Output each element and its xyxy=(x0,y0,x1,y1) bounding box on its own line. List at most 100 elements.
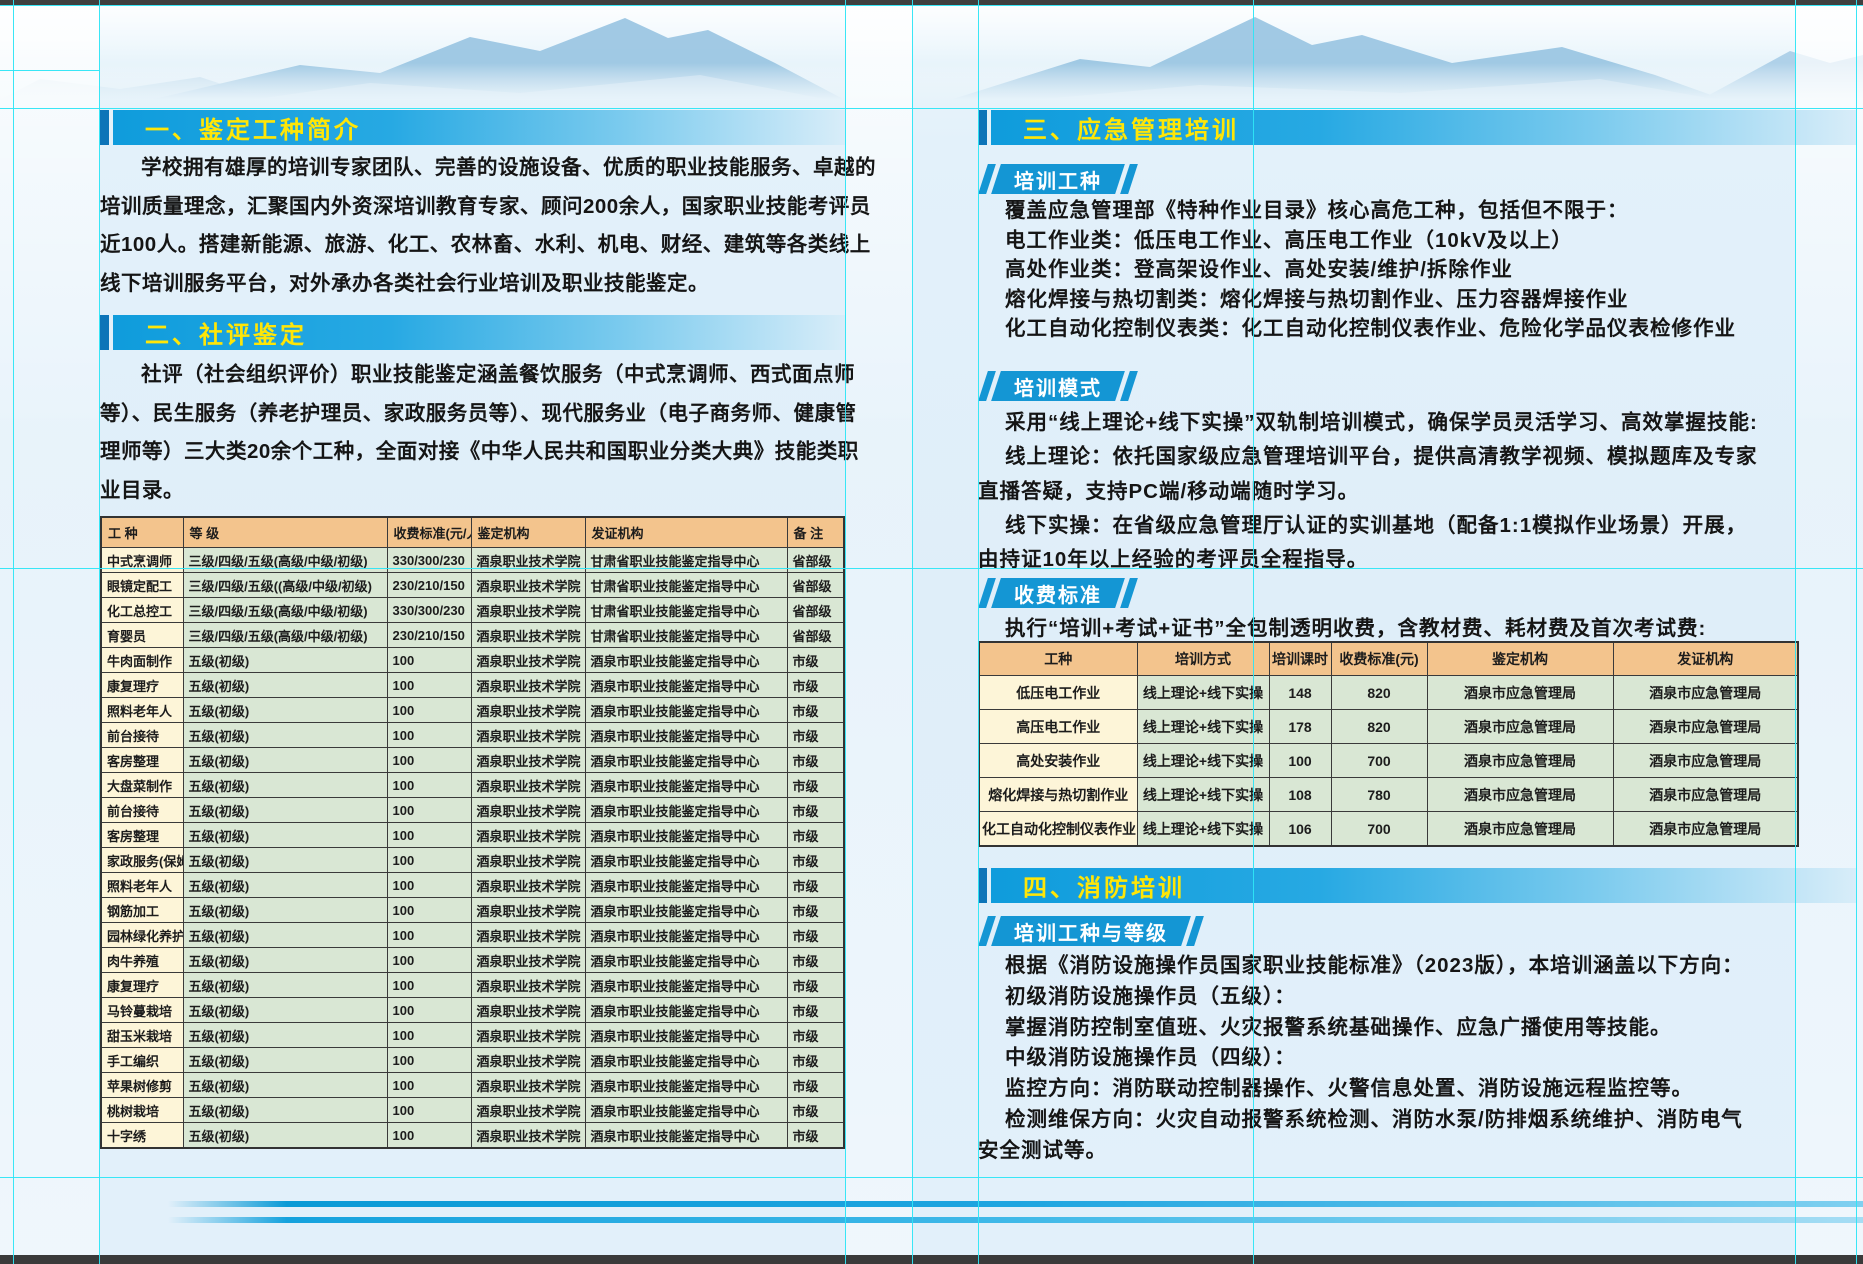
cell-level: 五级(初级) xyxy=(183,1048,387,1073)
fire-training-paragraph: 根据《消防设施操作员国家职业技能标准》（2023版），本培训涵盖以下方向：初级消… xyxy=(978,951,1858,1167)
cell-certifying-org: 甘肃省职业技能鉴定指导中心 xyxy=(585,573,787,598)
cell-trade: 化工总控工 xyxy=(101,598,183,623)
cell-assessing-org: 酒泉职业技术学院 xyxy=(471,798,585,823)
cell-trade: 康复理疗 xyxy=(101,673,183,698)
section-title: 四、消防培训 xyxy=(1023,868,1185,903)
cell-assessing-org: 酒泉职业技术学院 xyxy=(471,598,585,623)
brochure-canvas: 一、鉴定工种简介 学校拥有雄厚的培训专家团队、完善的设施设备、优质的职业技能服务… xyxy=(0,0,1863,1264)
cell-note: 市级 xyxy=(787,1123,844,1149)
cell-trade: 低压电工作业 xyxy=(979,676,1137,710)
cell-note: 市级 xyxy=(787,848,844,873)
cell-fee: 100 xyxy=(387,1023,471,1048)
guide-line-horizontal xyxy=(0,1177,1863,1178)
cell-trade: 客房整理 xyxy=(101,748,183,773)
social-eval-paragraph: 社评（社会组织评价）职业技能鉴定涵盖餐饮服务（中式烹调师、西式面点师等）、民生服… xyxy=(100,356,850,510)
guide-line-horizontal xyxy=(0,5,1863,6)
cell-note: 市级 xyxy=(787,823,844,848)
cell-trade: 康复理疗 xyxy=(101,973,183,998)
cell-trade: 家政服务(保姆) xyxy=(101,848,183,873)
cell-assessing-org: 酒泉职业技术学院 xyxy=(471,698,585,723)
cell-assessing-org: 酒泉职业技术学院 xyxy=(471,948,585,973)
cell-assessing-org: 酒泉职业技术学院 xyxy=(471,923,585,948)
cell-trade: 熔化焊接与热切割作业 xyxy=(979,778,1137,812)
cell-trade: 育婴员 xyxy=(101,623,183,648)
emergency-training-table: 工种培训方式培训课时收费标准(元)鉴定机构发证机构 低压电工作业 线上理论+线下… xyxy=(978,641,1799,847)
cell-certifying-org: 酒泉市职业技能鉴定指导中心 xyxy=(585,648,787,673)
cell-fee: 100 xyxy=(387,673,471,698)
cell-certifying-org: 酒泉市应急管理局 xyxy=(1613,778,1798,812)
cell-level: 五级(初级) xyxy=(183,1123,387,1149)
text-line: 直播答疑，支持PC端/移动端随时学习。 xyxy=(978,475,1858,509)
section-title: 二、社评鉴定 xyxy=(145,315,307,350)
section-bar-accent xyxy=(100,315,109,350)
cell-level: 五级(初级) xyxy=(183,998,387,1023)
table-row: 熔化焊接与热切割作业 线上理论+线下实操 108 780 酒泉市应急管理局 酒泉… xyxy=(979,778,1798,812)
cell-note: 市级 xyxy=(787,1048,844,1073)
table-row: 苹果树修剪 五级(初级) 100 酒泉职业技术学院 酒泉市职业技能鉴定指导中心 … xyxy=(101,1073,844,1098)
cell-assessing-org: 酒泉市应急管理局 xyxy=(1427,744,1613,778)
table-row: 照料老年人 五级(初级) 100 酒泉职业技术学院 酒泉市职业技能鉴定指导中心 … xyxy=(101,698,844,723)
cell-certifying-org: 酒泉市职业技能鉴定指导中心 xyxy=(585,948,787,973)
table-body: 低压电工作业 线上理论+线下实操 148 820 酒泉市应急管理局 酒泉市应急管… xyxy=(979,676,1798,847)
text-line: 检测维保方向：火灾自动报警系统检测、消防水泵/防排烟系统维护、消防电气 xyxy=(978,1105,1858,1136)
cell-trade: 马铃蔓栽培 xyxy=(101,998,183,1023)
cell-certifying-org: 酒泉市职业技能鉴定指导中心 xyxy=(585,848,787,873)
text-line: 理师等）三大类20余个工种，全面对接《中华人民共和国职业分类大典》技能类职 xyxy=(100,433,850,472)
table-row: 高压电工作业 线上理论+线下实操 178 820 酒泉市应急管理局 酒泉市应急管… xyxy=(979,710,1798,744)
text-line: 线下培训服务平台，对外承办各类社会行业培训及职业技能鉴定。 xyxy=(100,265,850,304)
cell-trade: 牛肉面制作 xyxy=(101,648,183,673)
intro-paragraph: 学校拥有雄厚的培训专家团队、完善的设施设备、优质的职业技能服务、卓越的培训质量理… xyxy=(100,149,850,303)
cell-note: 市级 xyxy=(787,1098,844,1123)
table-row: 甜玉米栽培 五级(初级) 100 酒泉职业技术学院 酒泉市职业技能鉴定指导中心 … xyxy=(101,1023,844,1048)
text-line: 学校拥有雄厚的培训专家团队、完善的设施设备、优质的职业技能服务、卓越的 xyxy=(100,149,850,188)
column-header: 发证机构 xyxy=(585,517,787,548)
section-bar-4: 四、消防培训 xyxy=(978,868,1856,903)
cell-certifying-org: 酒泉市职业技能鉴定指导中心 xyxy=(585,1048,787,1073)
cell-trade: 钢筋加工 xyxy=(101,898,183,923)
column-header: 培训方式 xyxy=(1137,642,1269,676)
guide-line-horizontal xyxy=(0,108,1863,109)
text-line: 电工作业类：低压电工作业、高压电工作业（10kV及以上） xyxy=(978,226,1858,256)
cell-note: 市级 xyxy=(787,723,844,748)
badge-fee-standard: 收费标准 xyxy=(978,578,1138,608)
cell-assessing-org: 酒泉职业技术学院 xyxy=(471,723,585,748)
cell-certifying-org: 酒泉市职业技能鉴定指导中心 xyxy=(585,823,787,848)
cell-fee: 700 xyxy=(1331,744,1427,778)
cell-trade: 甜玉米栽培 xyxy=(101,1023,183,1048)
cell-level: 五级(初级) xyxy=(183,848,387,873)
cell-note: 市级 xyxy=(787,898,844,923)
table-row: 客房整理 五级(初级) 100 酒泉职业技术学院 酒泉市职业技能鉴定指导中心 市… xyxy=(101,823,844,848)
badge-label: 培训工种与等级 xyxy=(1014,917,1168,946)
cell-fee: 100 xyxy=(387,873,471,898)
column-header: 发证机构 xyxy=(1613,642,1798,676)
cell-hours: 148 xyxy=(1269,676,1331,710)
column-header: 备 注 xyxy=(787,517,844,548)
table-row: 高处安装作业 线上理论+线下实操 100 700 酒泉市应急管理局 酒泉市应急管… xyxy=(979,744,1798,778)
cell-note: 市级 xyxy=(787,673,844,698)
table-row: 马铃蔓栽培 五级(初级) 100 酒泉职业技术学院 酒泉市职业技能鉴定指导中心 … xyxy=(101,998,844,1023)
cell-certifying-org: 酒泉市应急管理局 xyxy=(1613,812,1798,847)
cell-certifying-org: 酒泉市职业技能鉴定指导中心 xyxy=(585,973,787,998)
text-line: 根据《消防设施操作员国家职业技能标准》（2023版），本培训涵盖以下方向： xyxy=(978,951,1858,982)
bottom-stripe-2 xyxy=(168,1217,1863,1223)
cell-certifying-org: 酒泉市职业技能鉴定指导中心 xyxy=(585,873,787,898)
cell-mode: 线上理论+线下实操 xyxy=(1137,812,1269,847)
fee-description: 执行“培训+考试+证书”全包制透明收费，含教材费、耗材费及首次考试费: xyxy=(978,611,1863,641)
training-trades-list: 覆盖应急管理部《特种作业目录》核心高危工种，包括但不限于：电工作业类：低压电工作… xyxy=(978,196,1858,344)
table-row: 康复理疗 五级(初级) 100 酒泉职业技术学院 酒泉市职业技能鉴定指导中心 市… xyxy=(101,673,844,698)
column-header: 培训课时 xyxy=(1269,642,1331,676)
cell-level: 五级(初级) xyxy=(183,873,387,898)
cell-note: 市级 xyxy=(787,973,844,998)
cell-certifying-org: 酒泉市职业技能鉴定指导中心 xyxy=(585,898,787,923)
cell-assessing-org: 酒泉职业技术学院 xyxy=(471,648,585,673)
section-bar-2: 二、社评鉴定 xyxy=(100,315,845,350)
section-bar-fill: 三、应急管理培训 xyxy=(991,110,1856,145)
cell-assessing-org: 酒泉职业技术学院 xyxy=(471,898,585,923)
section-title: 一、鉴定工种简介 xyxy=(145,110,361,145)
table-row: 桃树栽培 五级(初级) 100 酒泉职业技术学院 酒泉市职业技能鉴定指导中心 市… xyxy=(101,1098,844,1123)
cell-note: 省部级 xyxy=(787,598,844,623)
guide-line-vertical xyxy=(99,0,100,1264)
text-line: 覆盖应急管理部《特种作业目录》核心高危工种，包括但不限于： xyxy=(978,196,1858,226)
cell-certifying-org: 酒泉市应急管理局 xyxy=(1613,710,1798,744)
section-bar-fill: 一、鉴定工种简介 xyxy=(113,110,845,145)
